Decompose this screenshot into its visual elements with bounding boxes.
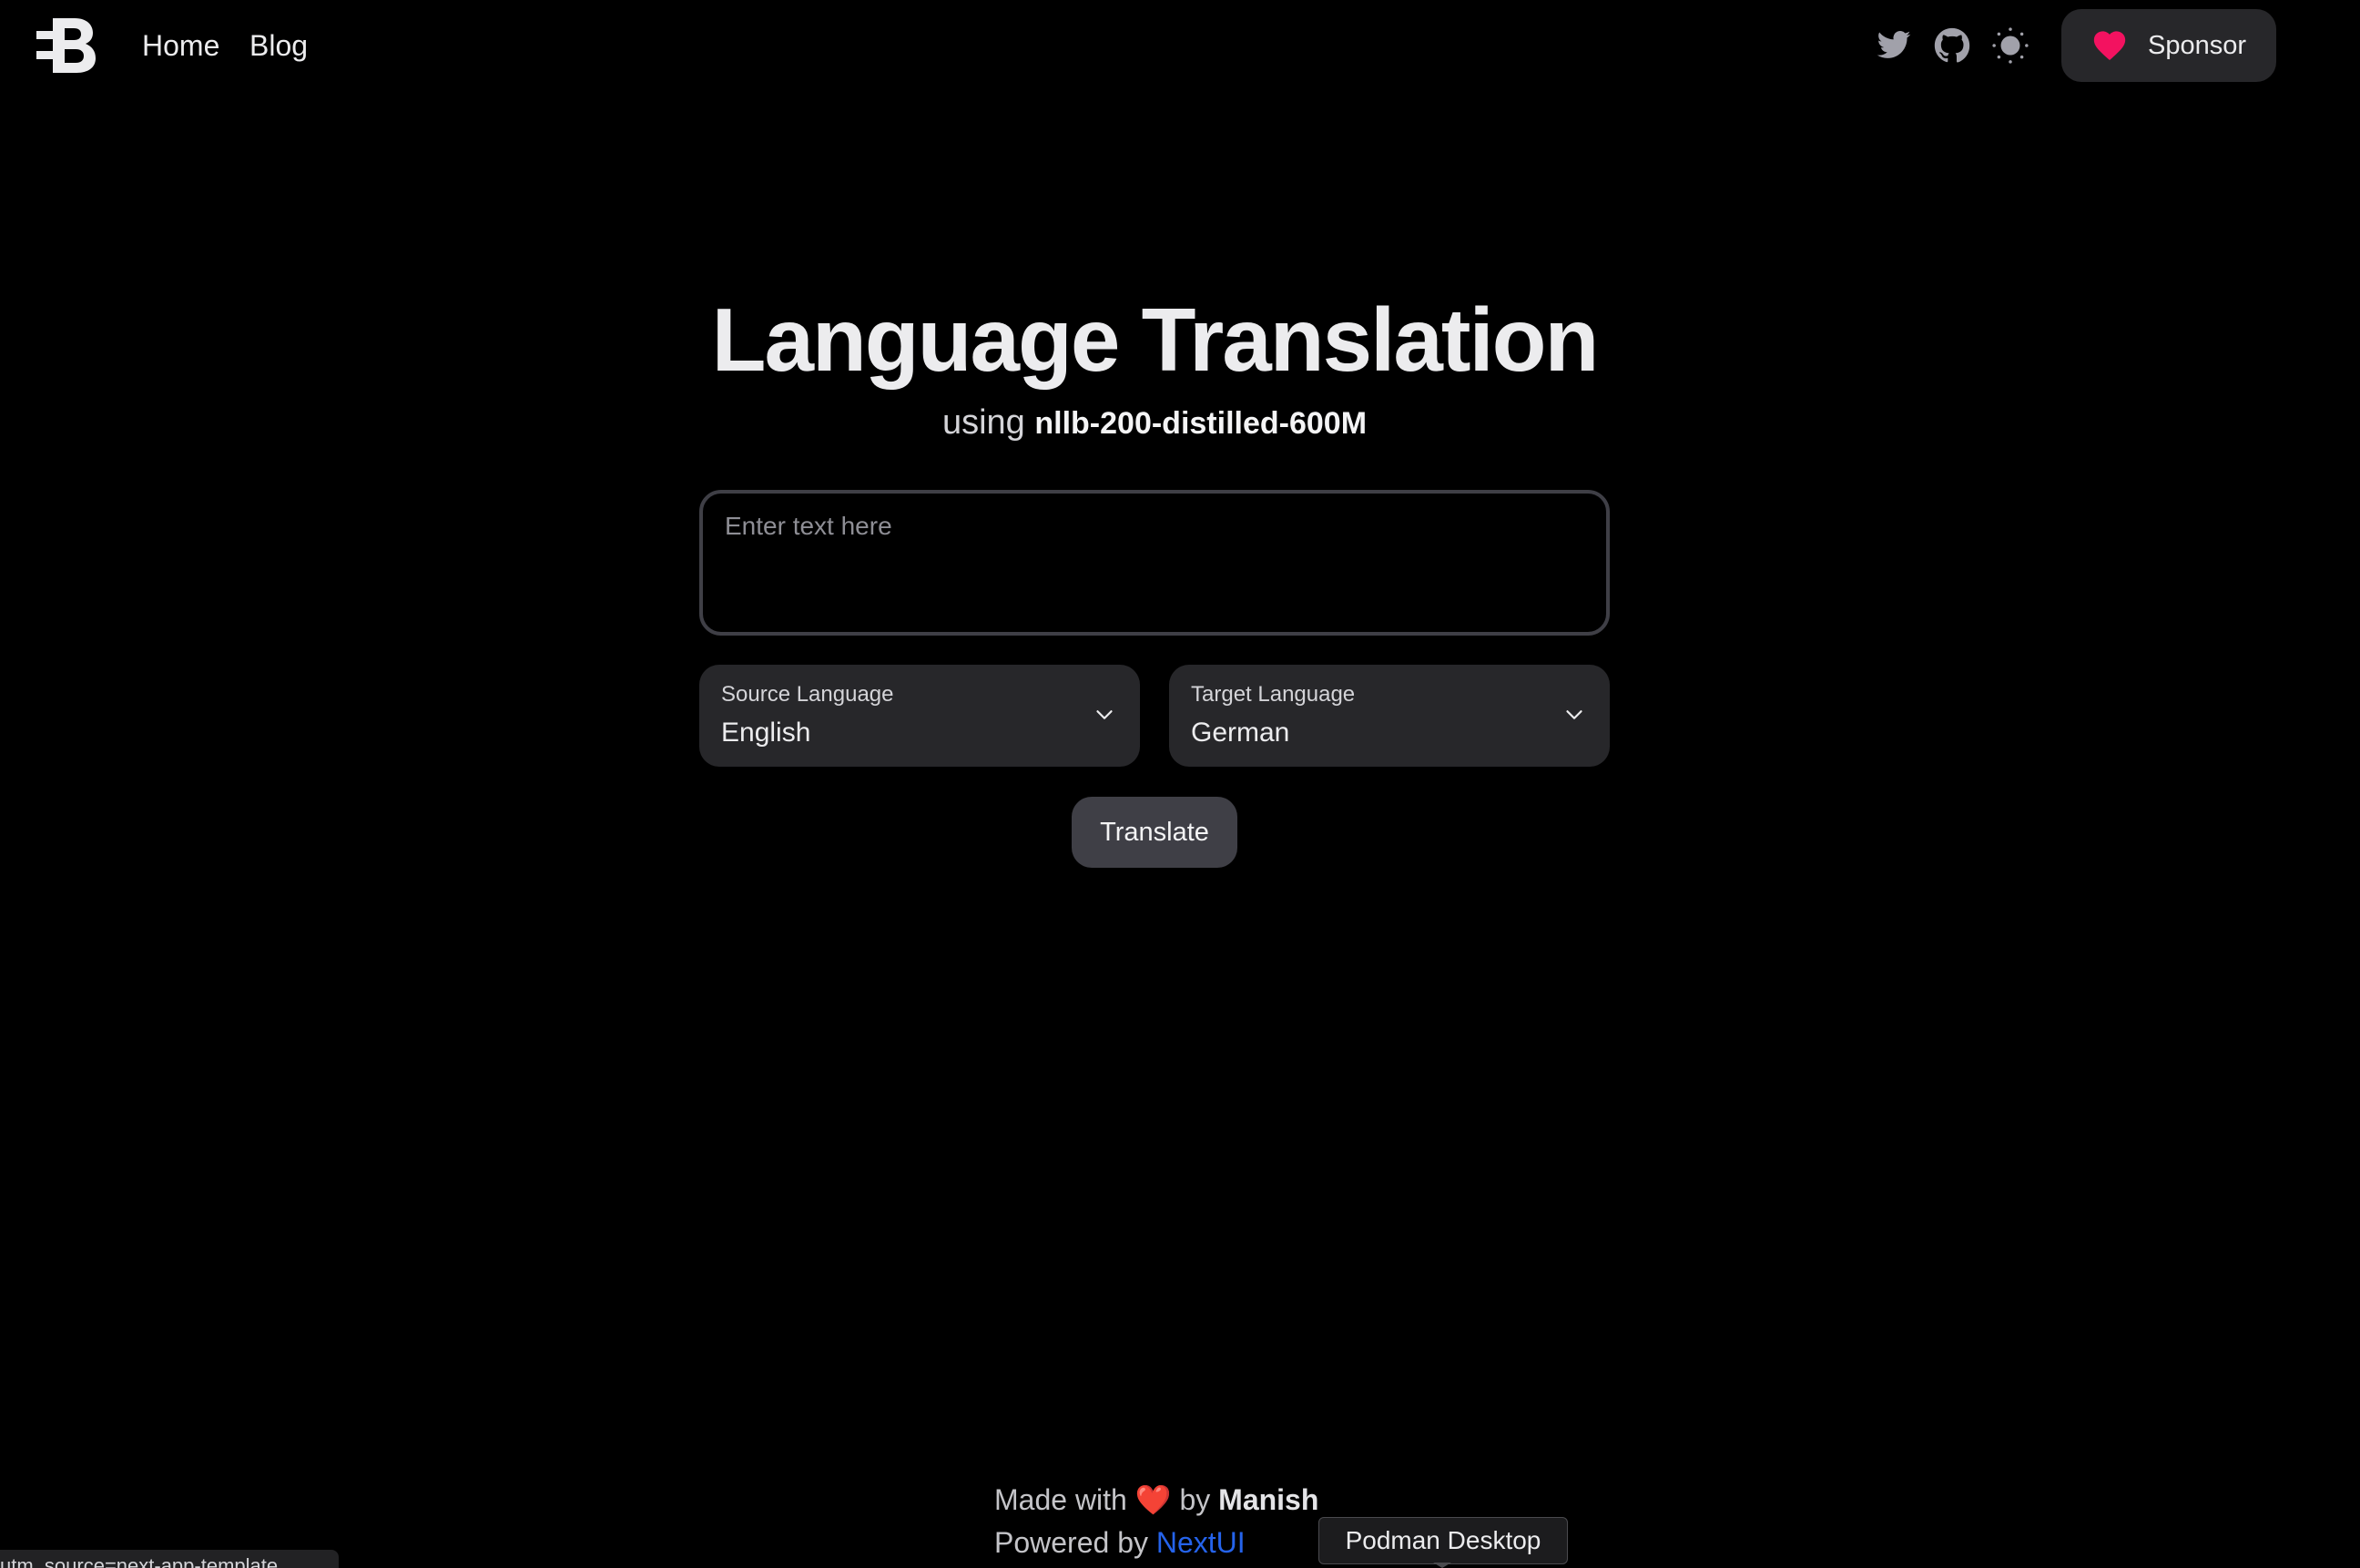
nav-home-link[interactable]: Home — [142, 25, 219, 66]
footer-powered-prefix: Powered by — [994, 1526, 1148, 1559]
source-text-input[interactable] — [703, 494, 1606, 632]
github-icon — [1934, 27, 1970, 63]
chevron-down-icon — [1096, 710, 1113, 719]
footer-made-with: Made with ❤️ by Manish — [994, 1480, 1318, 1520]
nextui-link[interactable]: NextUI — [1156, 1526, 1246, 1559]
brand-b-logo-icon — [36, 18, 96, 73]
footer-author: Manish — [1218, 1483, 1319, 1516]
twitter-link[interactable] — [1874, 25, 1914, 66]
sun-icon — [1992, 27, 2029, 64]
text-input-container — [699, 490, 1610, 636]
page-title: Language Translation — [711, 290, 1600, 390]
tooltip-arrow — [1433, 1563, 1451, 1568]
footer-by: by — [1179, 1483, 1211, 1516]
status-bar-url: utm_source=next-app-template — [0, 1550, 339, 1568]
page-subtitle: using nllb-200-distilled-600M — [0, 397, 2309, 449]
translate-button[interactable]: Translate — [1072, 797, 1237, 868]
github-link[interactable] — [1932, 25, 1972, 66]
chevron-down-icon — [1566, 710, 1582, 719]
source-language-select[interactable]: Source Language English — [699, 665, 1140, 767]
brand-logo-link[interactable] — [35, 16, 97, 75]
footer-made-prefix: Made with — [994, 1483, 1127, 1516]
sponsor-label: Sponsor — [2147, 30, 2246, 60]
sponsor-button[interactable]: Sponsor — [2061, 9, 2276, 82]
heart-emoji-icon: ❤️ — [1134, 1483, 1172, 1516]
heart-icon — [2093, 31, 2126, 60]
source-language-value: English — [721, 718, 811, 748]
subtitle-prefix: using — [941, 403, 1025, 442]
source-language-label: Source Language — [721, 682, 894, 707]
theme-toggle-button[interactable] — [1990, 25, 2030, 66]
target-language-label: Target Language — [1191, 682, 1356, 707]
footer-powered-by: Powered by NextUI — [994, 1522, 1246, 1563]
page: Home Blog Sponsor Language Translation u… — [0, 0, 2360, 1568]
model-name: nllb-200-distilled-600M — [1034, 406, 1368, 441]
nav-blog-link[interactable]: Blog — [249, 25, 308, 66]
target-language-value: German — [1191, 718, 1290, 748]
tooltip: Podman Desktop — [1318, 1517, 1568, 1564]
twitter-icon — [1877, 31, 1911, 58]
target-language-select[interactable]: Target Language German — [1169, 665, 1610, 767]
